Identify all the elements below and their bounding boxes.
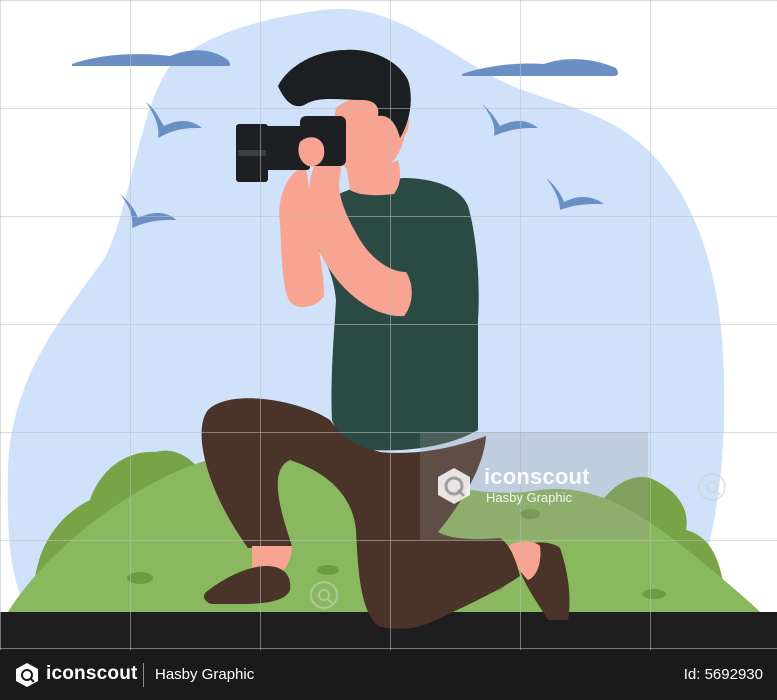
- photographer-illustration: [0, 8, 777, 650]
- cloud-left: [72, 50, 231, 66]
- cloud-right: [462, 59, 619, 76]
- center-watermark: iconscout Hasby Graphic: [420, 432, 648, 540]
- footer-divider: [143, 663, 144, 687]
- iconscout-logo-icon: [16, 663, 38, 687]
- watermark-brand: iconscout: [484, 464, 590, 489]
- watermark-author: Hasby Graphic: [486, 490, 572, 505]
- iconscout-logo-icon: [438, 468, 470, 504]
- footer-brand[interactable]: iconscout: [46, 663, 138, 685]
- footer-bar: iconscout Hasby Graphic Id: 5692930: [0, 650, 777, 700]
- footer-author[interactable]: Hasby Graphic: [155, 666, 254, 683]
- asset-id: Id: 5692930: [683, 666, 763, 683]
